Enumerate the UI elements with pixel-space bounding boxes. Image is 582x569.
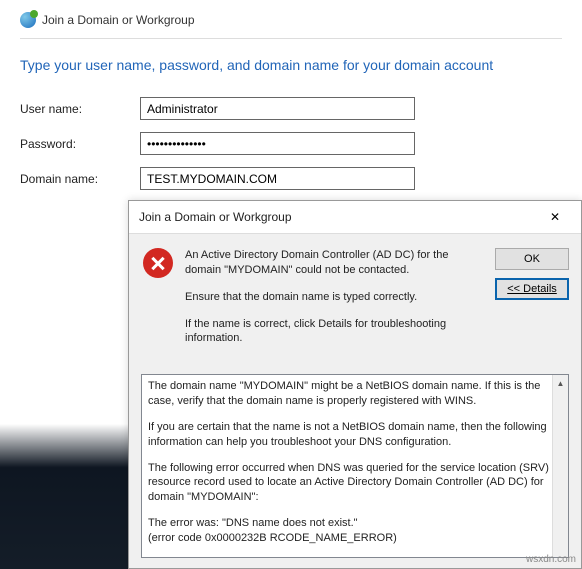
dialog-body: An Active Directory Domain Controller (A… — [129, 234, 581, 368]
password-input[interactable] — [140, 132, 415, 155]
domain-input[interactable] — [140, 167, 415, 190]
details-p2: If you are certain that the name is not … — [148, 420, 550, 450]
main-window: Join a Domain or Workgroup Type your use… — [0, 0, 582, 222]
background-band — [0, 424, 130, 569]
dialog-title: Join a Domain or Workgroup — [139, 210, 292, 224]
watermark: wsxdn.com — [526, 554, 576, 565]
username-label: User name: — [20, 102, 140, 116]
details-p5: (error code 0x0000232B RCODE_NAME_ERROR) — [148, 531, 550, 546]
scrollbar[interactable]: ▲ — [552, 375, 568, 557]
window-titlebar: Join a Domain or Workgroup — [20, 8, 562, 36]
details-p3: The following error occurred when DNS wa… — [148, 461, 550, 506]
button-column: OK << Details — [495, 248, 569, 358]
close-button[interactable]: ✕ — [537, 207, 573, 227]
details-button[interactable]: << Details — [495, 278, 569, 300]
details-text[interactable]: The domain name "MYDOMAIN" might be a Ne… — [142, 375, 568, 557]
details-box: The domain name "MYDOMAIN" might be a Ne… — [141, 374, 569, 558]
domain-row: Domain name: — [20, 167, 562, 190]
username-input[interactable] — [140, 97, 415, 120]
ok-button[interactable]: OK — [495, 248, 569, 270]
error-icon — [143, 248, 173, 278]
error-message-3: If the name is correct, click Details fo… — [185, 317, 483, 347]
error-message-2: Ensure that the domain name is typed cor… — [185, 290, 483, 305]
error-dialog: Join a Domain or Workgroup ✕ An Active D… — [128, 200, 582, 569]
message-column: An Active Directory Domain Controller (A… — [185, 248, 483, 358]
dialog-titlebar: Join a Domain or Workgroup ✕ — [129, 201, 581, 234]
window-title: Join a Domain or Workgroup — [42, 13, 195, 27]
password-row: Password: — [20, 132, 562, 155]
separator — [20, 38, 562, 39]
page-heading: Type your user name, password, and domai… — [20, 57, 562, 73]
password-label: Password: — [20, 137, 140, 151]
network-globe-icon — [20, 12, 36, 28]
details-p1: The domain name "MYDOMAIN" might be a Ne… — [148, 379, 550, 409]
scroll-up-icon[interactable]: ▲ — [553, 375, 568, 391]
details-p4: The error was: "DNS name does not exist.… — [148, 516, 550, 531]
error-message-1: An Active Directory Domain Controller (A… — [185, 248, 483, 278]
domain-label: Domain name: — [20, 172, 140, 186]
username-row: User name: — [20, 97, 562, 120]
